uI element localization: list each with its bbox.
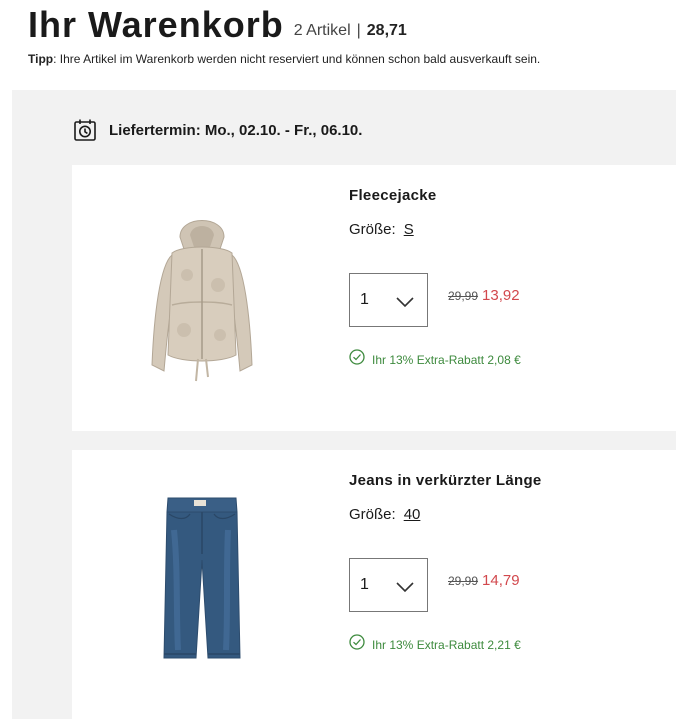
tip-label: Tipp [28, 52, 54, 66]
discount-row: Ihr 13% Extra-Rabatt 2,08 € [349, 349, 521, 370]
product-name[interactable]: Jeans in verkürzter Länge [349, 472, 542, 489]
cart-item-card: Fleecejacke Größe: S 1 29,99 13,92 Ihr 13%… [72, 165, 676, 431]
quantity-value: 1 [360, 576, 369, 593]
quantity-select[interactable]: 1 [349, 273, 428, 327]
size-value-link[interactable]: S [404, 221, 414, 238]
product-name[interactable]: Fleecejacke [349, 187, 437, 204]
jeans-image[interactable] [142, 490, 262, 680]
check-circle-icon [349, 634, 365, 655]
calendar-clock-icon [73, 118, 97, 142]
discount-text: Ihr 13% Extra-Rabatt 2,08 € [372, 352, 521, 367]
delivery-date-row: Liefertermin: Mo., 02.10. - Fr., 06.10. [73, 118, 362, 142]
cart-total: 28,71 [366, 22, 407, 39]
size-label: Größe: [349, 221, 396, 238]
header-separator: | [356, 22, 361, 39]
cart-item-card: Jeans in verkürzter Länge Größe: 40 1 29,… [72, 450, 676, 716]
cart-header: Ihr Warenkorb 2 Artikel | 28,71 [28, 0, 407, 44]
sale-price: 13,92 [482, 287, 520, 304]
item-count: 2 Artikel [293, 22, 351, 39]
check-circle-icon [349, 349, 365, 370]
old-price: 29,99 [448, 289, 479, 303]
size-label: Größe: [349, 506, 396, 523]
quantity-value: 1 [360, 291, 369, 308]
page-title: Ihr Warenkorb [28, 4, 284, 45]
size-value-link[interactable]: 40 [404, 506, 421, 523]
discount-row: Ihr 13% Extra-Rabatt 2,21 € [349, 634, 521, 655]
price-row: 29,99 13,92 [448, 287, 520, 305]
tip-text: : Ihre Artikel im Warenkorb werden nicht… [53, 52, 541, 66]
chevron-down-icon [395, 580, 415, 598]
sale-price: 14,79 [482, 572, 520, 589]
discount-text: Ihr 13% Extra-Rabatt 2,21 € [372, 637, 521, 652]
delivery-date-text: Liefertermin: Mo., 02.10. - Fr., 06.10. [109, 121, 363, 139]
size-row: Größe: 40 [349, 506, 420, 523]
quantity-select[interactable]: 1 [349, 558, 428, 612]
size-row: Größe: S [349, 221, 414, 238]
fleece-jacket-image[interactable] [142, 205, 262, 395]
old-price: 29,99 [448, 574, 479, 588]
price-row: 29,99 14,79 [448, 572, 520, 590]
tip-notice: Tipp: Ihre Artikel im Warenkorb werden n… [28, 52, 540, 66]
chevron-down-icon [395, 295, 415, 313]
